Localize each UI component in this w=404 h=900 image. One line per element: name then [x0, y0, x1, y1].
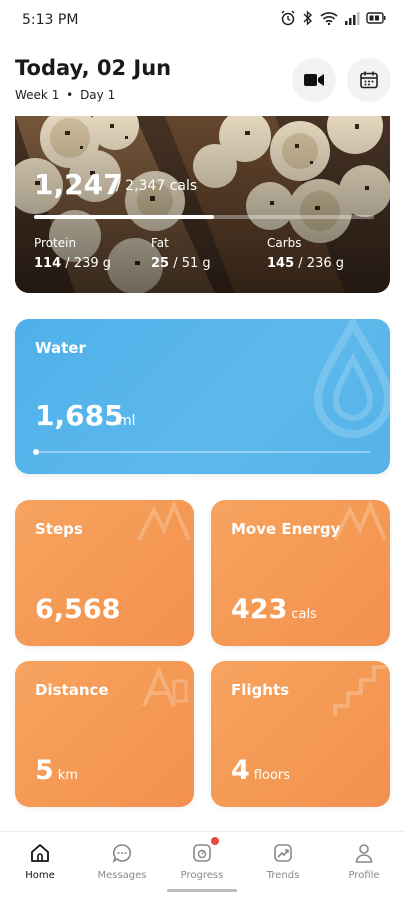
tab-home[interactable]: Home: [0, 840, 80, 881]
macro-amount: 145: [267, 256, 295, 271]
tile-number: 4: [231, 755, 250, 786]
macro-total: / 51 g: [173, 256, 211, 271]
flights-card[interactable]: Flights 4 floors: [211, 661, 390, 807]
tile-unit: cals: [291, 607, 317, 622]
day-label: Day 1: [80, 88, 116, 102]
macro-label: Carbs: [267, 236, 302, 250]
water-card[interactable]: Water 1,685 ml: [15, 319, 390, 474]
video-call-button[interactable]: [292, 58, 336, 102]
week-day-line: Week 1 • Day 1: [15, 88, 115, 102]
macro-label: Protein: [34, 236, 77, 250]
move-energy-card[interactable]: Move Energy 423 cals: [211, 500, 390, 646]
notification-badge: [211, 837, 219, 845]
distance-watermark-icon: [142, 665, 188, 707]
status-bar: 5:13 PM: [0, 0, 404, 40]
calendar-icon: [360, 71, 378, 89]
macro-amount: 25: [151, 256, 170, 271]
separator-dot: •: [66, 88, 74, 102]
video-camera-icon: [304, 74, 324, 86]
tab-progress[interactable]: Progress: [162, 840, 242, 881]
calories-progress-fill: [34, 215, 215, 219]
tile-title: Distance: [35, 681, 109, 699]
steps-watermark-icon: [137, 500, 191, 541]
calories-card[interactable]: 1,247 / 2,347 cals Protein 114 / 239 g F…: [15, 116, 390, 293]
distance-card[interactable]: Distance 5 km: [15, 661, 194, 807]
header: Today, 02 Jun Week 1 • Day 1: [0, 40, 404, 116]
status-icons: [280, 10, 386, 26]
water-unit: ml: [118, 413, 136, 429]
signal-icon: [345, 12, 360, 25]
alarm-icon: [281, 10, 295, 26]
tile-value: 5 km: [35, 755, 78, 786]
tile-unit: km: [57, 768, 78, 783]
home-indicator: [167, 889, 237, 892]
status-time: 5:13 PM: [22, 12, 79, 28]
water-title: Water: [35, 339, 86, 357]
stairs-watermark-icon: [333, 665, 386, 716]
tab-trends[interactable]: Trends: [243, 840, 323, 881]
macro-value: 25 / 51 g: [151, 256, 211, 271]
trend-icon: [274, 844, 292, 862]
tile-number: 6,568: [35, 594, 121, 625]
tab-messages[interactable]: Messages: [82, 840, 162, 881]
tab-label: Progress: [180, 870, 224, 881]
calories-eaten: 1,247: [34, 168, 123, 201]
tile-title: Move Energy: [231, 520, 341, 538]
macro-label: Fat: [151, 236, 169, 250]
tile-title: Steps: [35, 520, 83, 538]
macro-fat: Fat 25 / 51 g: [151, 236, 211, 271]
calendar-button[interactable]: [347, 58, 391, 102]
tile-value: 6,568: [35, 594, 124, 625]
macro-total: / 236 g: [298, 256, 344, 271]
macro-value: 114 / 239 g: [34, 256, 111, 271]
macro-protein: Protein 114 / 239 g: [34, 236, 111, 271]
tile-value: 423 cals: [231, 594, 317, 625]
tab-profile[interactable]: Profile: [324, 840, 404, 881]
macro-amount: 114: [34, 256, 62, 271]
battery-icon: [366, 12, 386, 24]
calories-progress-track: [34, 215, 374, 219]
person-icon: [355, 844, 373, 863]
tab-label: Messages: [97, 870, 147, 881]
chat-icon: [112, 844, 132, 863]
tab-label: Trends: [266, 870, 300, 881]
macro-value: 145 / 236 g: [267, 256, 344, 271]
water-progress-track: [33, 449, 370, 455]
tile-value: 4 floors: [231, 755, 290, 786]
tile-number: 423: [231, 594, 288, 625]
scale-icon: [193, 844, 211, 862]
tab-label: Profile: [348, 870, 380, 881]
wifi-icon: [320, 12, 338, 25]
tile-unit: floors: [253, 768, 291, 783]
water-value: 1,685: [35, 399, 124, 432]
water-progress-dot: [33, 449, 39, 455]
tile-number: 5: [35, 755, 54, 786]
calories-total: / 2,347 cals: [116, 178, 198, 194]
water-drop-icon: [313, 319, 390, 438]
page-title: Today, 02 Jun: [15, 56, 172, 80]
tile-title: Flights: [231, 681, 290, 699]
steps-card[interactable]: Steps 6,568: [15, 500, 194, 646]
bluetooth-icon: [303, 10, 313, 26]
tab-label: Home: [25, 870, 55, 881]
macro-total: / 239 g: [65, 256, 111, 271]
home-icon: [31, 844, 49, 862]
macro-carbs: Carbs 145 / 236 g: [267, 236, 344, 271]
week-label: Week 1: [15, 88, 60, 102]
